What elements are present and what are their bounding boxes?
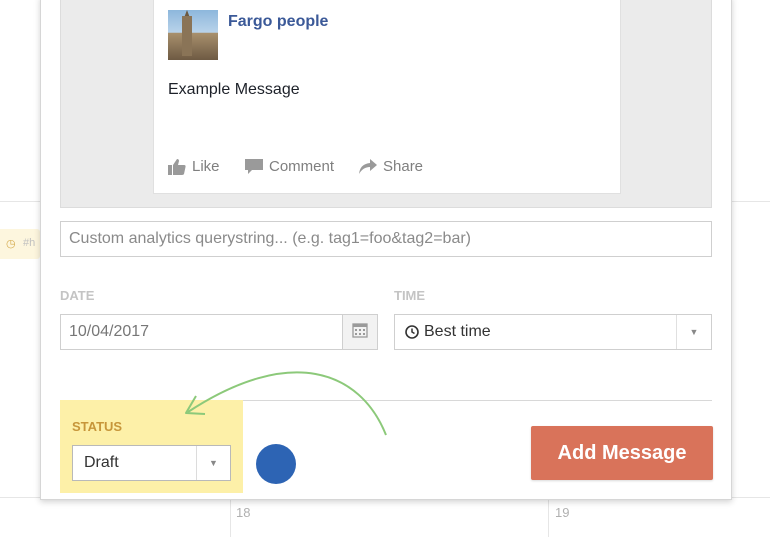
share-label: Share [383,158,424,175]
post-message: Example Message [168,81,300,98]
clock-icon [405,325,419,344]
page-name: Fargo people [228,13,329,30]
time-select[interactable]: Best time ▼ [394,314,712,350]
like-action: Like [168,158,220,175]
page-avatar [168,10,218,60]
post-preview-area: Fargo people Example Message Like Commen… [60,0,712,208]
status-select[interactable]: Draft ▼ [72,445,231,481]
click-indicator-dot [256,444,296,484]
add-message-modal: Fargo people Example Message Like Commen… [40,0,732,500]
analytics-querystring-input[interactable] [60,221,712,257]
status-highlight: STATUS Draft ▼ [60,400,243,493]
chevron-down-icon[interactable]: ▼ [196,446,230,480]
date-picker-button[interactable] [342,314,378,350]
calendar-icon [352,322,368,343]
comment-action: Comment [245,158,334,175]
calendar-column-divider [548,497,549,537]
date-input[interactable] [60,314,378,350]
thumbs-up-icon [168,158,186,175]
calendar-day-number: 18 [236,505,251,520]
date-label: DATE [60,288,95,303]
time-label: TIME [394,288,426,303]
chevron-down-icon[interactable]: ▼ [676,315,711,349]
calendar-post-chip-text: #h [23,237,36,249]
share-action: Share [359,158,423,175]
clock-icon: ◷ [6,238,16,250]
calendar-column-divider [230,497,231,537]
calendar-day-number: 19 [555,505,570,520]
facebook-post-preview: Fargo people Example Message Like Commen… [153,0,621,194]
comment-label: Comment [269,158,335,175]
share-icon [359,158,377,175]
calendar-post-chip[interactable]: ◷ #h [0,229,40,259]
status-select-value: Draft [84,454,119,471]
add-message-button[interactable]: Add Message [531,426,713,480]
comment-icon [245,158,263,175]
time-select-value: Best time [424,323,491,340]
like-label: Like [192,158,220,175]
status-label: STATUS [72,419,123,434]
